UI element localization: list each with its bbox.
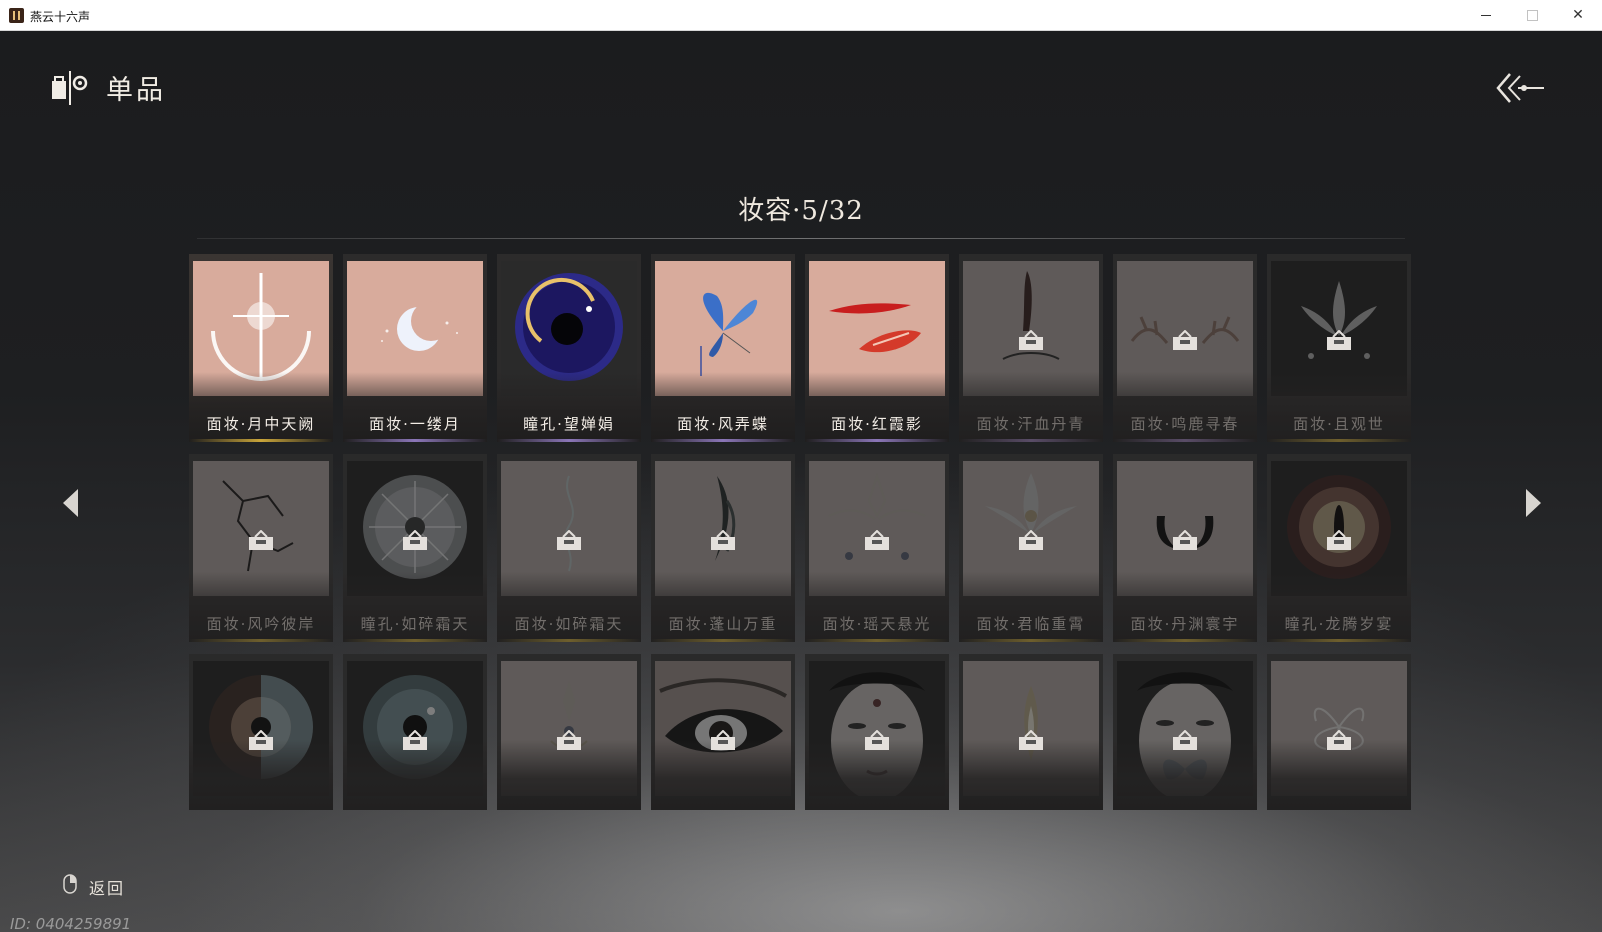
page-title: 单品 <box>106 75 166 106</box>
item-card[interactable] <box>959 654 1103 810</box>
item-label: 瞳孔·龙腾岁宴 <box>1284 615 1394 633</box>
lock-icon <box>1171 329 1199 352</box>
item-card[interactable]: 面妆·风吟彼岸 <box>189 454 333 642</box>
lock-icon <box>863 529 891 552</box>
item-label: 面妆·君临重霄 <box>976 615 1086 633</box>
item-label: 面妆·风吟彼岸 <box>206 615 316 633</box>
shop-bag-icon <box>50 67 90 107</box>
maximize-button[interactable] <box>1509 0 1555 30</box>
item-card[interactable]: 面妆·风弄蝶 <box>651 254 795 442</box>
item-rarity-bar <box>1267 439 1411 442</box>
item-card[interactable] <box>497 654 641 810</box>
game-screen: 单品 妆容·5/32 面妆·月中天阙 面妆·一缕月 瞳孔·望婵娟 面妆·风弄蝶 面妆·红… <box>0 31 1602 932</box>
item-card[interactable]: 面妆·鸣鹿寻春 <box>1113 254 1257 442</box>
item-label: 面妆·一缕月 <box>369 415 461 433</box>
item-label: 面妆·汗血丹青 <box>976 415 1086 433</box>
item-card[interactable]: 瞳孔·龙腾岁宴 <box>1267 454 1411 642</box>
item-card[interactable] <box>1113 654 1257 810</box>
item-label: 面妆·且观世 <box>1293 415 1385 433</box>
player-id: ID: 0404259891 <box>10 915 132 932</box>
item-label: 面妆·鸣鹿寻春 <box>1130 415 1240 433</box>
item-rarity-bar <box>1113 639 1257 642</box>
lock-icon <box>863 729 891 752</box>
item-card[interactable] <box>805 654 949 810</box>
double-chevron-back-icon <box>1496 73 1544 103</box>
item-label: 面妆·丹渊寰宇 <box>1130 615 1240 633</box>
item-rarity-bar <box>497 639 641 642</box>
section-divider <box>197 238 1405 239</box>
item-card[interactable]: 面妆·蓬山万重 <box>651 454 795 642</box>
item-label: 面妆·如碎霜天 <box>514 615 624 633</box>
window-title: 燕云十六声 <box>30 10 91 24</box>
item-card[interactable]: 瞳孔·望婵娟 <box>497 254 641 442</box>
item-card[interactable]: 面妆·且观世 <box>1267 254 1411 442</box>
item-label: 瞳孔·如碎霜天 <box>360 615 470 633</box>
lock-icon <box>1017 729 1045 752</box>
lock-icon <box>247 529 275 552</box>
minimize-button[interactable] <box>1463 0 1509 30</box>
window-titlebar: 燕云十六声 ✕ <box>0 0 1602 31</box>
item-card[interactable]: 面妆·君临重霄 <box>959 454 1103 642</box>
prev-page-button[interactable] <box>60 486 82 520</box>
lock-icon <box>555 529 583 552</box>
item-rarity-bar <box>343 639 487 642</box>
app-icon <box>9 8 24 23</box>
mouse-right-click-icon <box>63 874 77 894</box>
section-title: 妆容·5/32 <box>738 196 864 226</box>
item-rarity-bar <box>805 639 949 642</box>
lock-icon <box>401 529 429 552</box>
triangle-left-icon <box>63 489 78 517</box>
lock-icon <box>1171 529 1199 552</box>
lock-icon <box>709 729 737 752</box>
item-card[interactable]: 面妆·瑶天悬光 <box>805 454 949 642</box>
item-rarity-bar <box>189 439 333 442</box>
item-rarity-bar <box>651 439 795 442</box>
item-card[interactable]: 面妆·一缕月 <box>343 254 487 442</box>
item-rarity-bar <box>1267 639 1411 642</box>
item-card[interactable]: 面妆·汗血丹青 <box>959 254 1103 442</box>
item-card[interactable]: 面妆·丹渊寰宇 <box>1113 454 1257 642</box>
lock-icon <box>1325 329 1353 352</box>
lock-icon <box>709 529 737 552</box>
item-label: 面妆·蓬山万重 <box>668 615 778 633</box>
item-card[interactable]: 面妆·红霞影 <box>805 254 949 442</box>
item-rarity-bar <box>343 439 487 442</box>
item-card[interactable] <box>1267 654 1411 810</box>
lock-icon <box>401 729 429 752</box>
item-card[interactable]: 面妆·如碎霜天 <box>497 454 641 642</box>
item-rarity-bar <box>1113 439 1257 442</box>
item-rarity-bar <box>805 439 949 442</box>
lock-icon <box>1017 529 1045 552</box>
item-label: 面妆·红霞影 <box>831 415 923 433</box>
item-label: 面妆·瑶天悬光 <box>822 615 932 633</box>
item-card[interactable] <box>189 654 333 810</box>
item-card[interactable]: 面妆·月中天阙 <box>189 254 333 442</box>
item-rarity-bar <box>189 639 333 642</box>
item-card[interactable] <box>651 654 795 810</box>
item-label: 面妆·风弄蝶 <box>677 415 769 433</box>
maximize-icon <box>1526 9 1538 21</box>
close-button[interactable]: ✕ <box>1555 0 1601 30</box>
item-label: 瞳孔·望婵娟 <box>523 415 615 433</box>
lock-icon <box>1325 529 1353 552</box>
back-button[interactable] <box>1496 71 1546 105</box>
item-card[interactable]: 瞳孔·如碎霜天 <box>343 454 487 642</box>
lock-icon <box>1171 729 1199 752</box>
item-rarity-bar <box>959 639 1103 642</box>
item-label: 面妆·月中天阙 <box>206 415 316 433</box>
next-page-button[interactable] <box>1522 486 1544 520</box>
back-hint-label[interactable]: 返回 <box>89 875 125 899</box>
lock-icon <box>247 729 275 752</box>
lock-icon <box>555 729 583 752</box>
minimize-icon <box>1481 14 1491 16</box>
item-rarity-bar <box>497 439 641 442</box>
item-rarity-bar <box>959 439 1103 442</box>
item-rarity-bar <box>651 639 795 642</box>
lock-icon <box>1017 329 1045 352</box>
lock-icon <box>1325 729 1353 752</box>
item-card[interactable] <box>343 654 487 810</box>
triangle-right-icon <box>1526 489 1541 517</box>
